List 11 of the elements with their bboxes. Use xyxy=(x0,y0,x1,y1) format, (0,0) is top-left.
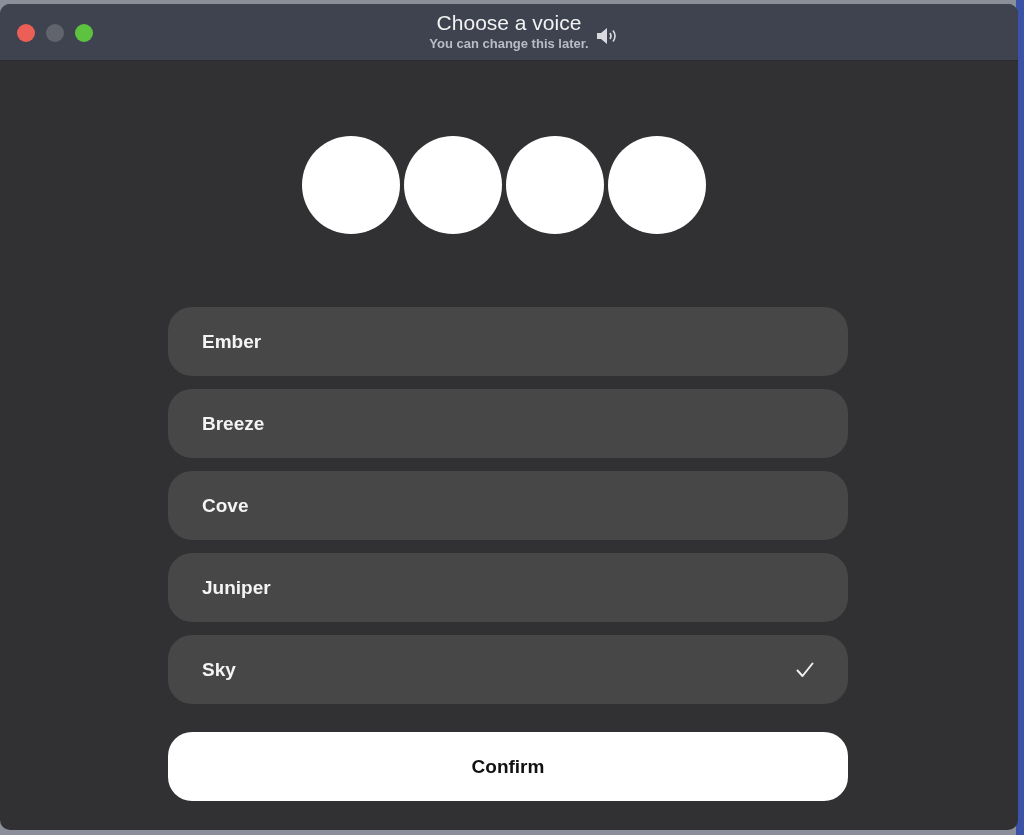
voice-option[interactable]: Sky xyxy=(168,635,848,704)
window-title: Choose a voice xyxy=(436,11,582,35)
close-button[interactable] xyxy=(17,24,35,42)
zoom-button[interactable] xyxy=(75,24,93,42)
speaker-icon[interactable] xyxy=(596,27,619,45)
voice-option[interactable]: Juniper xyxy=(168,553,848,622)
voice-option[interactable]: Ember xyxy=(168,307,848,376)
voice-option[interactable]: Cove xyxy=(168,471,848,540)
window-subtitle: You can change this later. xyxy=(429,35,589,53)
voice-option[interactable]: Breeze xyxy=(168,389,848,458)
confirm-button[interactable]: Confirm xyxy=(168,732,848,801)
